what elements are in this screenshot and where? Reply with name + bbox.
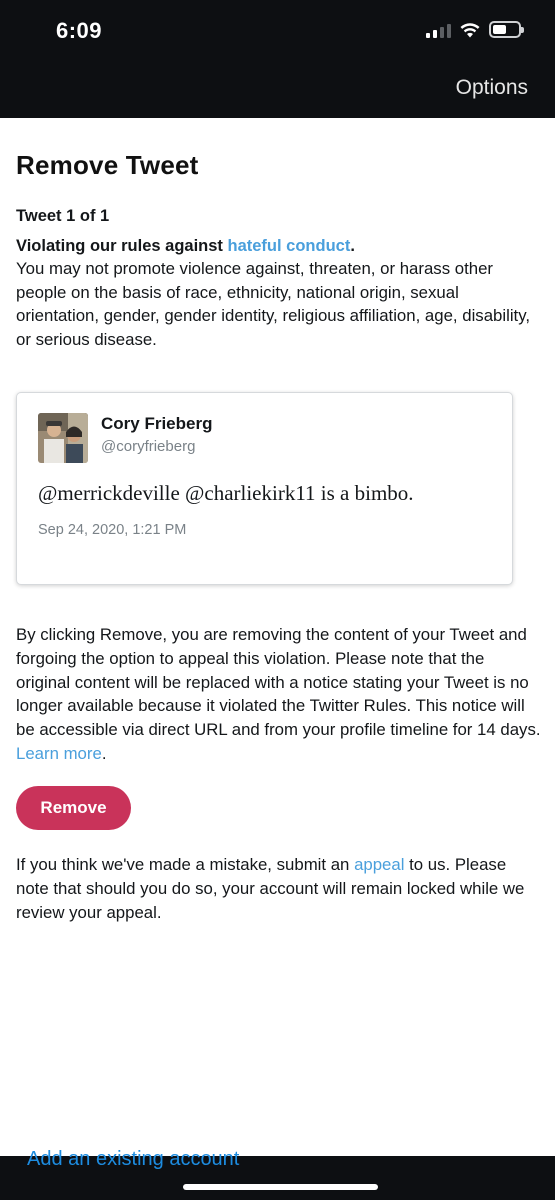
page-title: Remove Tweet (16, 150, 199, 180)
rule-description: You may not promote violence against, th… (16, 259, 531, 349)
removal-notice-text: By clicking Remove, you are removing the… (16, 625, 541, 740)
learn-more-link[interactable]: Learn more (16, 744, 102, 763)
appeal-link[interactable]: appeal (354, 855, 404, 874)
hateful-conduct-link[interactable]: hateful conduct (228, 237, 351, 255)
tweet-card: Cory Frieberg @coryfrieberg @merrickdevi… (16, 392, 513, 585)
rule-heading-prefix: Violating our rules against (16, 237, 228, 255)
home-indicator[interactable] (183, 1184, 378, 1190)
rule-heading-suffix: . (350, 237, 355, 255)
appeal-text: If you think we've made a mistake, submi… (16, 853, 541, 924)
cellular-signal-icon (426, 22, 451, 38)
avatar (38, 413, 88, 463)
author-name: Cory Frieberg (101, 414, 213, 433)
removal-notice: By clicking Remove, you are removing the… (16, 623, 541, 766)
wifi-icon (460, 22, 480, 37)
status-icons (426, 21, 524, 38)
tweet-count: Tweet 1 of 1 (16, 207, 110, 225)
author-handle: @coryfrieberg (101, 438, 196, 455)
removal-notice-end: . (101, 743, 107, 763)
remove-button[interactable]: Remove (16, 786, 131, 830)
options-button[interactable]: Options (456, 76, 528, 100)
add-existing-account-link[interactable]: Add an existing account (27, 1148, 239, 1171)
remove-tweet-content: Remove Tweet Tweet 1 of 1 Violating our … (16, 150, 539, 351)
rule-heading: Violating our rules against hateful cond… (16, 236, 539, 257)
tweet-date: Sep 24, 2020, 1:21 PM (38, 522, 187, 538)
battery-icon (489, 21, 524, 38)
appeal-prefix: If you think we've made a mistake, submi… (16, 855, 355, 874)
status-time: 6:09 (56, 18, 103, 43)
tweet-text: @merrickdeville @charliekirk11 is a bimb… (38, 481, 414, 505)
